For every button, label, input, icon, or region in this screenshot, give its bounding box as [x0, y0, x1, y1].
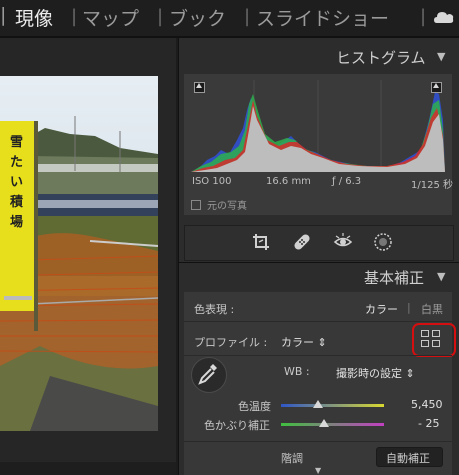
highlight-clip-triangle-icon — [433, 83, 439, 88]
wb-label: WB : — [284, 365, 310, 378]
sign-char: 場 — [10, 214, 23, 230]
module-book[interactable]: ブック — [169, 4, 226, 31]
grid-icon — [421, 340, 429, 347]
sign-char: 雪 — [10, 134, 23, 150]
grid-icon — [432, 340, 440, 347]
module-separator: | — [71, 6, 78, 27]
module-slideshow[interactable]: スライドショー — [256, 4, 389, 31]
basic-panel-title: 基本補正 — [364, 269, 425, 287]
profile-label: プロファイル : — [194, 336, 268, 349]
original-photo-label: 元の写真 — [207, 201, 247, 212]
exif-shutter: 1/125 秒 — [411, 180, 453, 191]
updown-icon: ⇕ — [317, 336, 327, 349]
temp-slider[interactable] — [281, 404, 384, 407]
updown-icon: ⇕ — [405, 367, 415, 380]
row-divider — [184, 441, 452, 442]
histogram-chart[interactable] — [191, 80, 445, 172]
module-sep-left: | — [0, 4, 7, 26]
cloud-icon[interactable] — [434, 10, 454, 24]
temp-slider-knob[interactable] — [313, 400, 324, 408]
collapse-triangle-icon[interactable]: ▼ — [437, 270, 445, 283]
treatment-bw-option[interactable]: 白黒 — [421, 301, 443, 317]
filmstrip-edge — [0, 462, 176, 475]
temp-label: 色温度 — [238, 400, 271, 413]
red-eye-icon[interactable] — [333, 232, 353, 252]
tone-label: 階調 — [281, 452, 303, 465]
profile-dropdown[interactable]: カラー ⇕ — [281, 334, 327, 350]
tool-strip — [184, 225, 454, 261]
panel-divider — [178, 262, 459, 263]
exif-focal-length: 16.6 mm — [266, 176, 311, 187]
treatment-color-option[interactable]: カラー — [365, 301, 398, 317]
module-picker-bar — [0, 0, 459, 36]
eyedropper-icon — [198, 364, 217, 385]
sign-char: 積 — [9, 194, 24, 210]
tint-value[interactable]: - 25 — [418, 417, 439, 430]
grid-icon — [432, 330, 440, 337]
module-separator: | — [420, 6, 427, 27]
grid-icon — [421, 330, 429, 337]
photo-preview[interactable]: 雪 た い 積 場 — [0, 76, 158, 431]
shadow-clip-triangle-icon — [196, 83, 202, 88]
module-separator: | — [157, 6, 164, 27]
histogram-title: ヒストグラム — [336, 49, 426, 67]
sign-char: た — [10, 155, 23, 170]
exif-iso: ISO 100 — [192, 176, 232, 187]
masking-icon[interactable] — [373, 232, 393, 252]
collapse-triangle-icon[interactable]: ▼ — [315, 466, 321, 475]
original-photo-checkbox[interactable] — [191, 200, 201, 210]
exif-aperture: ƒ / 6.3 — [332, 176, 362, 187]
module-separator: | — [244, 6, 251, 27]
tint-slider[interactable] — [281, 423, 384, 426]
treatment-label: 色表現 : — [194, 303, 235, 316]
auto-tone-label: 自動補正 — [386, 452, 430, 465]
spot-removal-icon[interactable] — [292, 232, 312, 252]
crop-icon[interactable] — [251, 232, 271, 252]
module-map[interactable]: マップ — [82, 4, 139, 31]
collapse-triangle-icon[interactable]: ▼ — [437, 50, 445, 63]
row-divider — [184, 321, 452, 322]
sign-char: い — [10, 175, 23, 190]
treatment-separator: | — [407, 301, 411, 314]
module-develop[interactable]: 現像 — [15, 4, 53, 31]
tint-label: 色かぶり補正 — [204, 419, 270, 432]
wb-dropdown[interactable]: 撮影時の設定 ⇕ — [336, 365, 415, 381]
tint-slider-knob[interactable] — [319, 419, 330, 427]
temp-value[interactable]: 5,450 — [411, 398, 443, 411]
row-divider — [184, 355, 452, 356]
